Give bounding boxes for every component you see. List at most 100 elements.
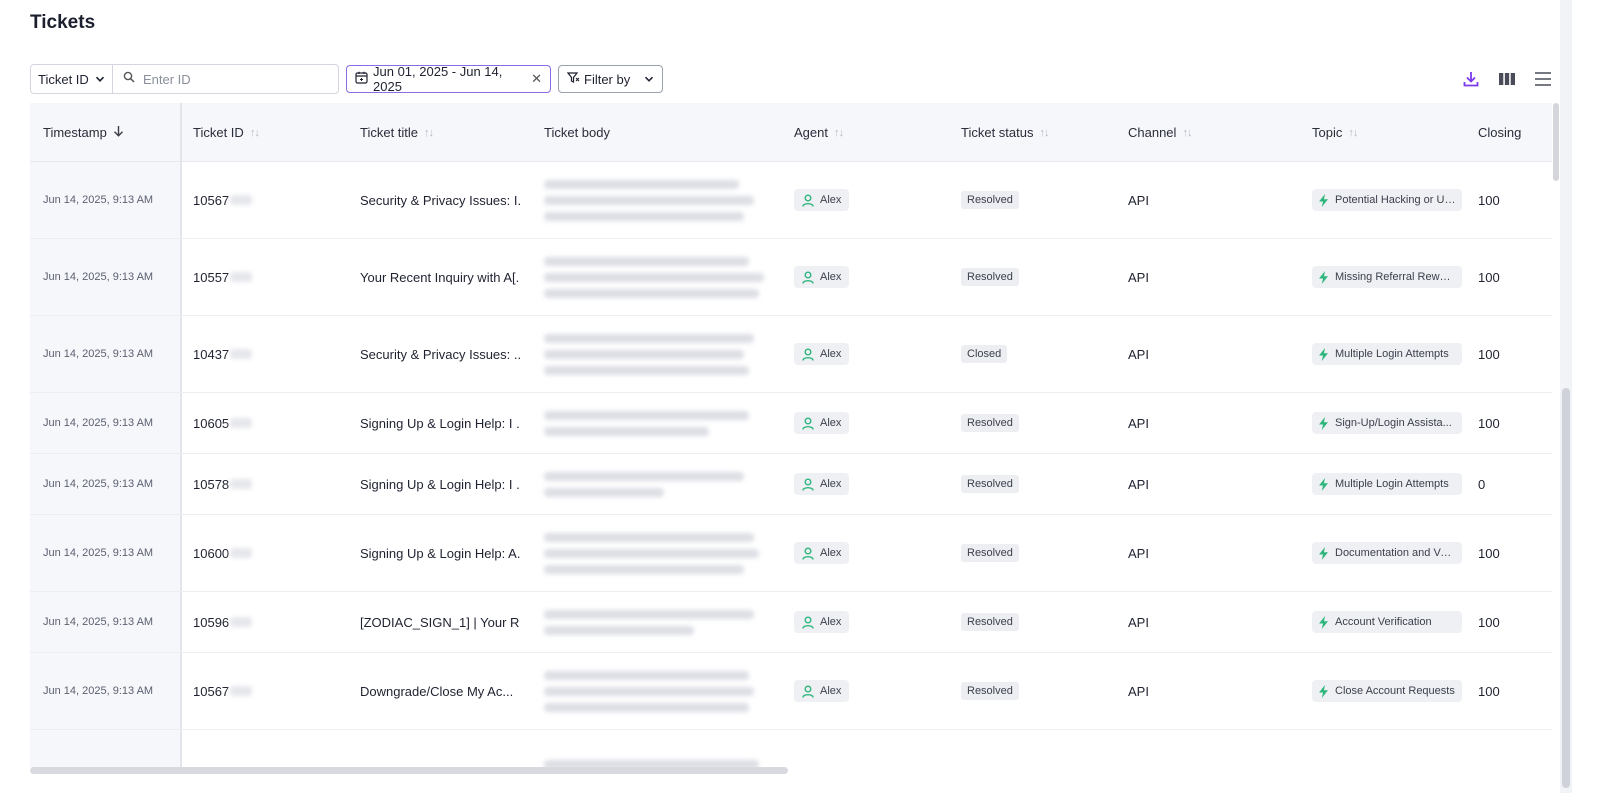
column-header-ticket-status[interactable]: Ticket status ↑↓ <box>961 103 1049 162</box>
ticket-title-cell[interactable]: Signing Up & Login Help: I ... <box>360 393 520 453</box>
sort-icon[interactable]: ↑↓ <box>424 127 434 139</box>
agent-chip[interactable]: Alex <box>794 343 850 365</box>
agent-chip[interactable]: Alex <box>794 542 850 564</box>
topic-chip[interactable]: Sign-Up/Login Assista... <box>1312 412 1462 434</box>
ticket-title-cell[interactable]: Security & Privacy Issues: I... <box>360 162 520 238</box>
topic-chip[interactable]: Close Account Requests <box>1312 680 1462 702</box>
page-scrollbar-thumb[interactable] <box>1562 388 1570 788</box>
topic-chip[interactable]: Account Verification <box>1312 611 1462 633</box>
agent-chip[interactable]: Alex <box>794 412 850 434</box>
ticket-body-cell <box>544 653 769 729</box>
sort-icon[interactable]: ↑↓ <box>250 127 260 139</box>
topic-chip[interactable]: Potential Hacking or Un... <box>1312 189 1462 211</box>
closing-cell: 100 <box>1478 545 1500 561</box>
ticket-id-cell[interactable]: 10557 <box>193 239 253 315</box>
sort-icon[interactable]: ↑↓ <box>1182 127 1192 139</box>
column-header-channel[interactable]: Channel ↑↓ <box>1128 103 1192 162</box>
filter-by-button[interactable]: Filter by <box>558 65 663 93</box>
ticket-title-cell[interactable]: Your Recent Inquiry with A[... <box>360 239 520 315</box>
agent-cell: Alex <box>794 393 850 453</box>
sort-descending-icon[interactable] <box>113 125 124 140</box>
channel-cell: API <box>1128 346 1149 362</box>
ticket-id-value: 10557 <box>193 269 230 285</box>
agent-chip[interactable]: Alex <box>794 189 850 211</box>
search-field-selector[interactable]: Ticket ID <box>30 64 112 94</box>
redacted-text-line <box>544 487 664 497</box>
ticket-id-cell[interactable]: 10578 <box>193 454 253 514</box>
column-header-agent[interactable]: Agent ↑↓ <box>794 103 844 162</box>
table-row[interactable]: Jun 14, 2025, 9:13 AM 10600 Signing Up & L… <box>30 515 1552 592</box>
status-badge: Resolved <box>961 414 1019 432</box>
agent-cell: Alex <box>794 515 850 591</box>
ticket-id-search-input[interactable] <box>143 71 313 87</box>
redacted-text-line <box>544 564 744 574</box>
sort-icon[interactable]: ↑↓ <box>834 127 844 139</box>
redacted-text-line <box>544 272 764 282</box>
ticket-title-cell[interactable]: Signing Up & Login Help: A... <box>360 515 520 591</box>
timestamp-cell: Jun 14, 2025, 9:13 AM <box>43 547 154 559</box>
table-row[interactable]: Jun 14, 2025, 9:13 AM 10557 Your Recent In… <box>30 239 1552 316</box>
redacted-id-suffix <box>230 349 253 359</box>
closing-cell: 100 <box>1478 192 1500 208</box>
table-row[interactable]: Jun 14, 2025, 9:13 AM 10578 Signing Up & L… <box>30 454 1552 515</box>
ticket-title-cell[interactable]: Signing Up & Login Help: I ... <box>360 454 520 514</box>
agent-cell: Alex <box>794 592 850 652</box>
agent-cell: Alex <box>794 316 850 392</box>
column-header-label: Ticket status <box>961 125 1034 140</box>
menu-icon[interactable] <box>1532 68 1554 90</box>
table-row[interactable]: Jun 14, 2025, 9:13 AM 10567 Downgrade/Clos… <box>30 653 1552 730</box>
ticket-title-cell[interactable]: Security & Privacy Issues: ... <box>360 316 520 392</box>
timestamp-cell: Jun 14, 2025, 9:13 AM <box>43 194 154 206</box>
column-header-timestamp[interactable]: Timestamp <box>43 103 124 162</box>
status-cell: Resolved <box>961 515 1019 591</box>
sort-icon[interactable]: ↑↓ <box>1039 127 1049 139</box>
column-header-ticket-id[interactable]: Ticket ID ↑↓ <box>193 103 260 162</box>
ticket-id-value: 10596 <box>193 614 230 630</box>
redacted-text-line <box>544 471 744 481</box>
agent-chip[interactable]: Alex <box>794 680 850 702</box>
column-header-label: Ticket title <box>360 125 419 140</box>
ticket-id-cell[interactable]: 10605 <box>193 393 253 453</box>
topic-chip[interactable]: Documentation and Ver... <box>1312 542 1462 564</box>
ticket-title-cell[interactable]: [ZODIAC_SIGN_1] | Your R... <box>360 592 520 652</box>
horizontal-scrollbar[interactable] <box>30 767 788 774</box>
close-icon[interactable]: ✕ <box>531 71 542 87</box>
topic-chip[interactable]: Missing Referral Rewards <box>1312 266 1462 288</box>
topic-cell: Sign-Up/Login Assista... <box>1312 393 1462 453</box>
timestamp-cell: Jun 14, 2025, 9:13 AM <box>43 478 154 490</box>
status-cell: Resolved <box>961 653 1019 729</box>
sort-icon[interactable]: ↑↓ <box>1348 127 1358 139</box>
topic-chip[interactable]: Multiple Login Attempts <box>1312 473 1462 495</box>
column-header-ticket-title[interactable]: Ticket title ↑↓ <box>360 103 434 162</box>
table-row[interactable]: Jun 14, 2025, 9:13 AM 10596 [ZODIAC_SIGN_1… <box>30 592 1552 653</box>
ticket-id-cell[interactable]: 10437 <box>193 316 253 392</box>
ticket-id-cell[interactable]: 10567 <box>193 162 253 238</box>
ticket-id-cell[interactable]: 10600 <box>193 515 253 591</box>
closing-cell: 0 <box>1478 476 1486 492</box>
table-row[interactable]: Jun 14, 2025, 9:13 AM 10605 Signing Up & L… <box>30 393 1552 454</box>
column-header-label: Channel <box>1128 125 1177 140</box>
redacted-text-line <box>544 609 754 619</box>
agent-chip[interactable]: Alex <box>794 473 850 495</box>
ticket-id-cell[interactable]: 10567 <box>193 653 253 729</box>
column-header-closing[interactable]: Closing <box>1478 103 1521 162</box>
topic-chip[interactable]: Multiple Login Attempts <box>1312 343 1462 365</box>
agent-chip[interactable]: Alex <box>794 611 850 633</box>
columns-icon[interactable] <box>1496 68 1518 90</box>
redacted-text-line <box>544 179 739 189</box>
agent-chip[interactable]: Alex <box>794 266 850 288</box>
table-vertical-scrollbar[interactable] <box>1553 103 1559 181</box>
redacted-id-suffix <box>230 272 253 282</box>
redacted-text-line <box>544 365 749 375</box>
column-header-topic[interactable]: Topic ↑↓ <box>1312 103 1358 162</box>
download-icon[interactable] <box>1460 68 1482 90</box>
filter-icon <box>566 71 580 87</box>
date-range-picker[interactable]: Jun 01, 2025 - Jun 14, 2025 ✕ <box>346 64 551 94</box>
ticket-title-cell[interactable]: Downgrade/Close My Ac... <box>360 653 520 729</box>
table-row[interactable]: Jun 14, 2025, 9:13 AM 10567 Security & Pri… <box>30 162 1552 239</box>
channel-cell: API <box>1128 683 1149 699</box>
agent-name: Alex <box>820 271 842 283</box>
table-row[interactable]: Jun 14, 2025, 9:13 AM 10437 Security & Pri… <box>30 316 1552 393</box>
ticket-id-cell[interactable]: 10596 <box>193 592 253 652</box>
user-icon <box>802 616 814 629</box>
